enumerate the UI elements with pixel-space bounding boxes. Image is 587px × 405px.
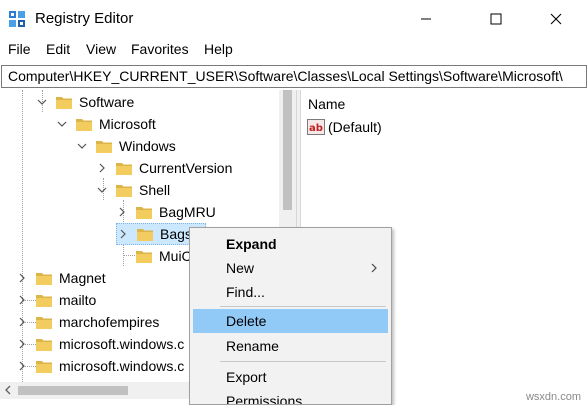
tree-item-label: Magnet: [59, 270, 106, 286]
menu-edit[interactable]: Edit: [46, 41, 70, 57]
menu-item-export[interactable]: Export: [193, 365, 388, 389]
tree-item-windows[interactable]: Windows: [76, 135, 176, 157]
scrollbar-thumb[interactable]: [283, 90, 292, 210]
minimize-icon: [421, 18, 431, 20]
registry-editor-icon: [9, 11, 25, 27]
folder-icon: [96, 140, 112, 153]
chevron-right-icon[interactable]: [16, 316, 28, 328]
tree-item-label: mailto: [59, 292, 97, 308]
chevron-down-icon[interactable]: [96, 184, 108, 196]
folder-icon: [136, 250, 152, 263]
folder-icon: [36, 272, 52, 285]
tree-item-marchofempires[interactable]: marchofempires: [16, 311, 159, 333]
chevron-right-icon[interactable]: [16, 272, 28, 284]
folder-icon: [36, 316, 52, 329]
tree-item-microsoft-windows-1[interactable]: microsoft.windows.c: [16, 333, 184, 355]
chevron-right-icon[interactable]: [117, 228, 129, 240]
menu-separator: [220, 306, 386, 307]
tree-item-label: MuiC: [159, 248, 192, 264]
tree-item-microsoft[interactable]: Microsoft: [56, 113, 156, 135]
address-path: Computer\HKEY_CURRENT_USER\Software\Clas…: [8, 68, 563, 84]
chevron-right-icon[interactable]: [16, 294, 28, 306]
tree-item-label: Windows: [119, 138, 176, 154]
tree-item-label: Software: [79, 94, 135, 110]
menu-help[interactable]: Help: [204, 41, 233, 57]
menu-item-rename[interactable]: Rename: [193, 334, 388, 358]
tree-item-mailto[interactable]: mailto: [16, 289, 96, 311]
window-title: Registry Editor: [35, 10, 134, 27]
value-row[interactable]: ab (Default): [307, 119, 382, 135]
chevron-down-icon[interactable]: [36, 96, 48, 108]
chevron-right-icon[interactable]: [16, 360, 28, 372]
menu-item-find[interactable]: Find...: [193, 280, 388, 304]
minimize-button[interactable]: [403, 0, 449, 38]
menu-item-label: New: [226, 260, 255, 276]
menu-separator: [220, 361, 386, 362]
maximize-icon: [490, 13, 502, 25]
tree-item-label: CurrentVersion: [139, 160, 233, 176]
tree-item-label: marchofempires: [59, 314, 160, 330]
folder-icon: [116, 184, 132, 197]
chevron-down-icon[interactable]: [56, 118, 68, 130]
tree-item-microsoft-windows-2[interactable]: microsoft.windows.c: [16, 355, 184, 377]
svg-text:ab: ab: [309, 123, 323, 134]
close-icon: [550, 13, 562, 25]
tree-item-software[interactable]: Software: [36, 91, 134, 113]
menu-view[interactable]: View: [86, 41, 116, 57]
maximize-button[interactable]: [473, 0, 519, 38]
tree-item-label: Shell: [139, 182, 171, 198]
tree-item-label: Microsoft: [99, 116, 156, 132]
scrollbar-thumb[interactable]: [18, 386, 128, 395]
menu-file[interactable]: File: [8, 41, 31, 57]
folder-icon: [136, 206, 152, 219]
menu-item-delete[interactable]: Delete: [193, 309, 388, 333]
title-bar: Registry Editor: [0, 0, 587, 38]
tree-item-label: BagMRU: [159, 204, 216, 220]
close-button[interactable]: [533, 0, 579, 38]
chevron-down-icon[interactable]: [76, 140, 88, 152]
folder-icon: [116, 162, 132, 175]
folder-icon: [36, 338, 52, 351]
tree-item-shell[interactable]: Shell: [96, 179, 170, 201]
string-value-icon: ab: [307, 119, 325, 135]
folder-icon: [56, 96, 72, 109]
tree-item-muicache[interactable]: MuiC: [128, 245, 192, 267]
address-bar[interactable]: Computer\HKEY_CURRENT_USER\Software\Clas…: [1, 65, 587, 88]
tree-item-currentversion[interactable]: CurrentVersion: [96, 157, 232, 179]
tree-item-magnet[interactable]: Magnet: [16, 267, 106, 289]
chevron-right-icon[interactable]: [16, 338, 28, 350]
folder-icon: [36, 360, 52, 373]
watermark: wsxdn.com: [525, 391, 581, 403]
menu-item-new[interactable]: New: [193, 256, 388, 280]
menu-favorites[interactable]: Favorites: [131, 41, 189, 57]
menu-bar: File Edit View Favorites Help: [0, 38, 587, 62]
tree-item-label: microsoft.windows.c: [59, 336, 185, 352]
tree-item-bagmru[interactable]: BagMRU: [116, 201, 216, 223]
chevron-right-icon[interactable]: [116, 206, 128, 218]
tree-item-label: Bags: [160, 226, 192, 242]
folder-icon: [137, 228, 153, 241]
tree-item-label: microsoft.windows.c: [59, 358, 185, 374]
menu-item-permissions[interactable]: Permissions...: [193, 389, 388, 404]
menu-item-expand[interactable]: Expand: [193, 232, 388, 256]
name-column-header[interactable]: Name: [308, 96, 345, 112]
folder-icon: [76, 118, 92, 131]
chevron-right-icon: [371, 263, 377, 273]
scroll-left-icon[interactable]: [3, 385, 13, 395]
context-menu: Expand New Find... Delete Rename Export …: [189, 227, 392, 405]
value-name: (Default): [328, 119, 382, 135]
folder-icon: [36, 294, 52, 307]
chevron-right-icon[interactable]: [96, 162, 108, 174]
